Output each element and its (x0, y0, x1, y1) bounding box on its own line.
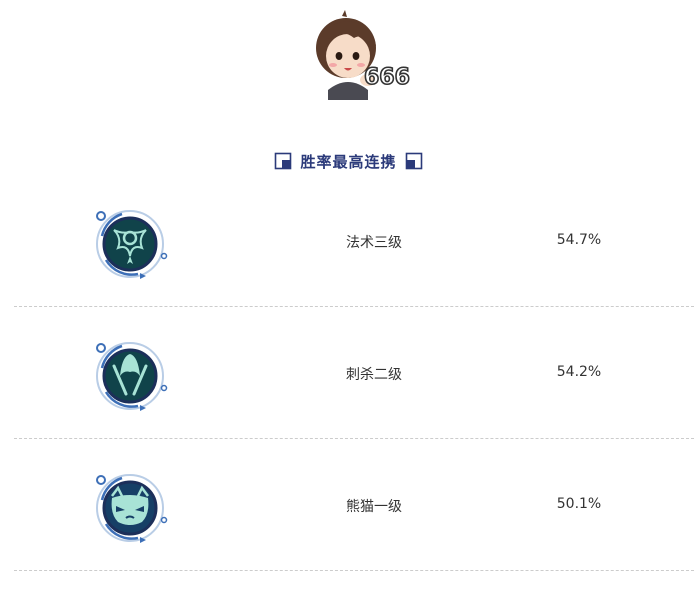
combo-row: 法术三级 54.7% (14, 174, 694, 307)
mage-emblem-icon (96, 210, 168, 279)
combo-name: 刺杀二级 (346, 367, 402, 383)
combo-row: 刺杀二级 54.2% (14, 306, 694, 439)
assassin-emblem-icon (96, 342, 168, 411)
corner-bracket-right-icon (405, 152, 422, 170)
section-title: 胜率最高连携 (300, 152, 397, 171)
combo-name: 法术三级 (346, 235, 402, 251)
combo-win-rate: 50.1% (556, 496, 602, 512)
combo-win-rate: 54.2% (556, 364, 602, 380)
section-title-row: 胜率最高连携 (0, 148, 697, 174)
corner-bracket-left-icon (275, 152, 292, 170)
combo-win-rate: 54.7% (556, 232, 602, 248)
combo-name: 熊猫一级 (346, 499, 402, 515)
svg-text:666: 666 (364, 65, 410, 90)
panda-emblem-icon (96, 474, 168, 543)
combo-row: 熊猫一级 50.1% (14, 438, 694, 571)
cartoon-sticker-image: 666 (316, 10, 410, 100)
